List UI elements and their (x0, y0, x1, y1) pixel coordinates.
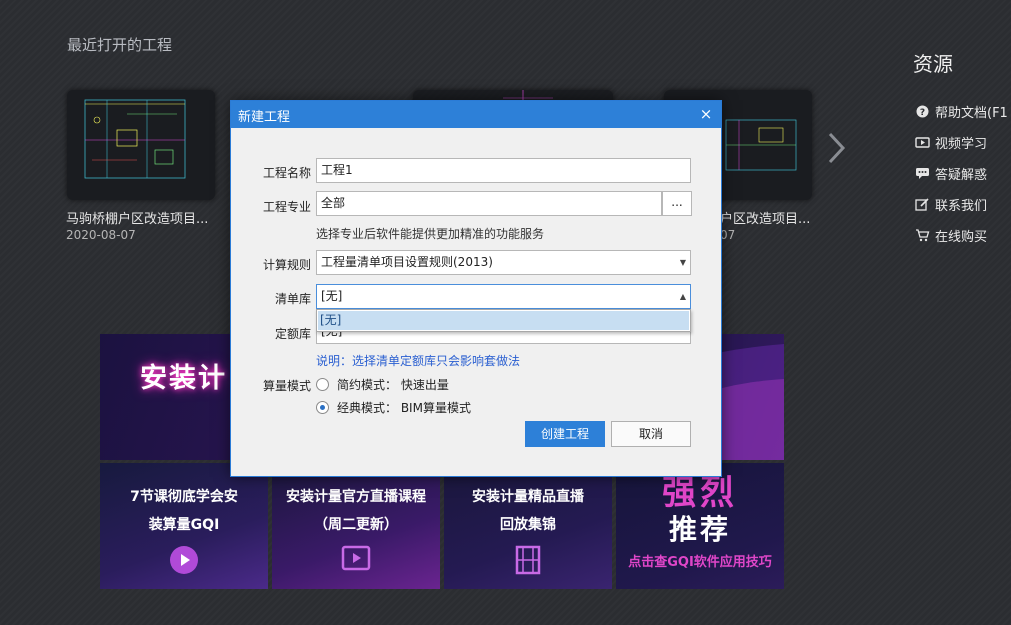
project-major-input[interactable]: 全部 (316, 191, 662, 216)
mode-simple-radio[interactable]: 简约模式： 快速出量 (316, 375, 449, 393)
mode-classic-label: 经典模式： BIM算量模式 (337, 400, 471, 415)
resource-item-qa[interactable]: 答疑解惑 (914, 164, 988, 183)
course-tile[interactable]: 安装计量官方直播课程 （周二更新） (272, 463, 440, 589)
close-icon[interactable]: × (697, 104, 715, 124)
calc-rule-select[interactable]: 工程量清单项目设置规则(2013) ▼ (316, 250, 691, 275)
chat-icon (914, 166, 930, 180)
bill-library-label: 清单库 (274, 292, 311, 306)
mode-simple-label: 简约模式： 快速出量 (337, 377, 449, 392)
recent-projects-title: 最近打开的工程 (67, 36, 173, 54)
film-icon (513, 545, 543, 578)
recommend-tile[interactable]: 强烈 推荐 点击查GQI软件应用技巧 (616, 463, 784, 589)
resource-item-help[interactable]: ? 帮助文档(F1 (914, 102, 1008, 121)
dialog-title: 新建工程 (238, 110, 291, 125)
calc-mode-label: 算量模式 (262, 379, 311, 393)
course-tile[interactable]: 7节课彻底学会安 装算量GQI (100, 463, 268, 589)
mode-classic-radio[interactable]: 经典模式： BIM算量模式 (316, 398, 471, 416)
calc-rule-label: 计算规则 (262, 258, 311, 272)
resource-label: 联系我们 (935, 198, 988, 214)
project-thumbnail[interactable] (67, 90, 215, 200)
bill-library-select[interactable]: [无] ▲ (316, 284, 691, 309)
project-name-input[interactable]: 工程1 (316, 158, 691, 183)
tile-title: 安装计量官方直播课程 （周二更新） (286, 489, 426, 533)
resource-label: 答疑解惑 (935, 167, 988, 183)
project-date: 2020-08-07 (66, 228, 136, 242)
radio-button (316, 377, 329, 391)
video-icon (914, 135, 930, 149)
new-project-dialog: 新建工程 × 工程名称 工程1 工程专业 全部 ... 选择专业后软件能提供更加… (230, 100, 722, 477)
project-date: 07 (720, 228, 736, 242)
major-hint: 选择专业后软件能提供更加精准的功能服务 (316, 227, 545, 241)
resources-title: 资源 (913, 52, 953, 76)
project-name[interactable]: 马驹桥棚户区改造项目... (66, 208, 208, 227)
project-name[interactable]: 户区改造项目... (720, 208, 810, 227)
bill-library-dropdown: [无] (316, 309, 691, 332)
banner-title: 安装计 (140, 363, 227, 394)
next-arrow-icon[interactable] (826, 130, 848, 166)
create-project-button[interactable]: 创建工程 (525, 421, 605, 447)
chevron-down-icon: ▼ (679, 258, 686, 267)
radio-button-selected (316, 400, 329, 414)
tile-headline: 强烈 (662, 473, 738, 513)
svg-text:?: ? (919, 108, 924, 118)
project-name-label: 工程名称 (262, 166, 311, 180)
dropdown-option[interactable]: [无] (318, 311, 689, 330)
video-play-icon (341, 545, 371, 574)
tile-headline: 推荐 (668, 513, 731, 546)
resource-item-video[interactable]: 视频学习 (914, 133, 988, 152)
play-icon (169, 545, 199, 578)
help-icon: ? (914, 104, 930, 118)
course-tile[interactable]: 安装计量精品直播 回放集锦 (444, 463, 612, 589)
resource-item-contact[interactable]: 联系我们 (914, 195, 988, 214)
project-major-label: 工程专业 (262, 200, 311, 214)
tile-title: 安装计量精品直播 回放集锦 (472, 489, 584, 533)
resource-label: 视频学习 (935, 136, 988, 152)
resource-item-buy[interactable]: 在线购买 (914, 226, 988, 245)
major-browse-button[interactable]: ... (662, 191, 692, 216)
chevron-up-icon: ▲ (679, 292, 686, 301)
tile-subtitle: 点击查GQI软件应用技巧 (628, 555, 772, 570)
resource-label: 帮助文档(F1 (935, 105, 1008, 121)
calc-rule-value: 工程量清单项目设置规则(2013) (321, 255, 493, 269)
cart-icon (914, 228, 930, 242)
quota-hint: 说明：选择清单定额库只会影响套做法 (316, 354, 521, 368)
cad-drawing-thumbnail (84, 99, 186, 179)
cancel-button[interactable]: 取消 (611, 421, 691, 447)
quota-library-label: 定额库 (274, 327, 311, 341)
edit-icon (914, 197, 930, 211)
tile-title: 7节课彻底学会安 装算量GQI (130, 489, 238, 533)
dialog-titlebar: 新建工程 × (231, 101, 721, 128)
resource-label: 在线购买 (935, 229, 988, 245)
bill-library-value: [无] (321, 289, 343, 303)
